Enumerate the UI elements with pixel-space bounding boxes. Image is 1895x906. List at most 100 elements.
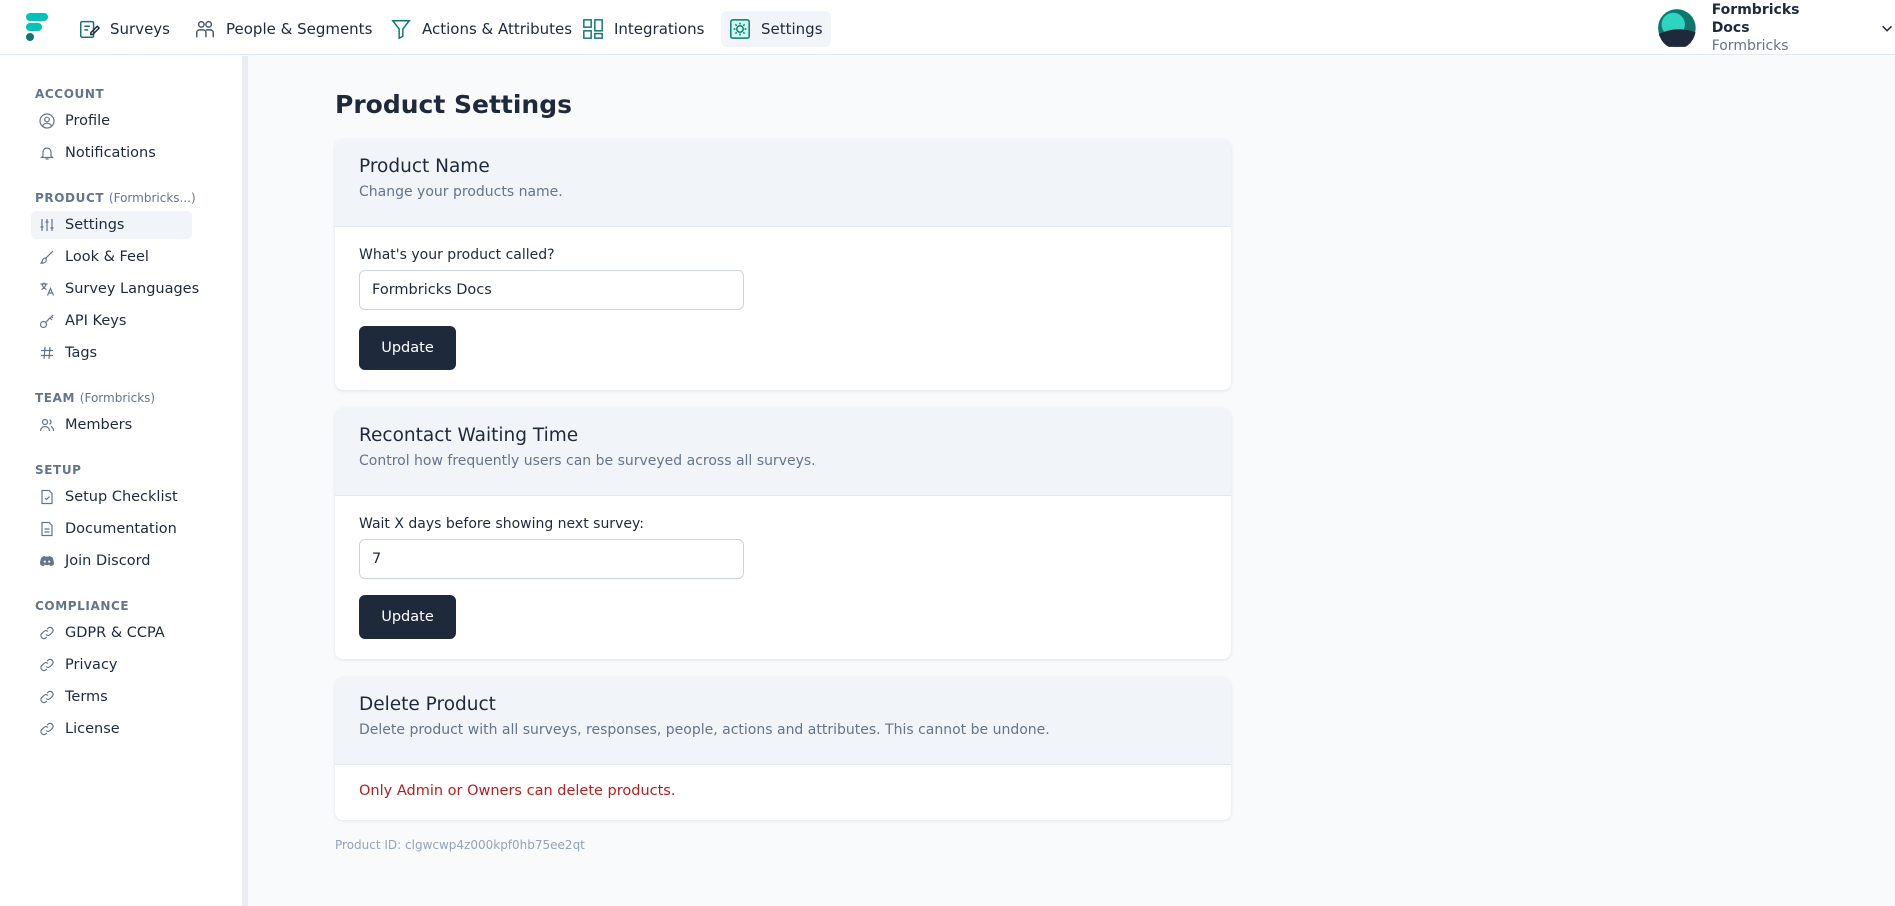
sidebar-item-join-discord[interactable]: Join Discord [31,547,160,575]
link-icon [40,690,54,704]
delete-product-card-header: Delete Product Delete product with all s… [335,677,1231,765]
sidebar-item-tags[interactable]: Tags [31,339,107,367]
section-label-account: ACCOUNT [35,87,105,101]
translate-icon [40,282,55,296]
sidebar-item-setup-checklist[interactable]: Setup Checklist [31,483,188,511]
section-label-product-title: PRODUCT [35,191,105,205]
filter-icon [391,20,411,40]
sidebar-item-privacy-label: Privacy [65,657,118,673]
sidebar-item-tags-label: Tags [65,345,98,361]
sidebar-item-profile-label: Profile [65,113,111,129]
link-icon [40,626,54,640]
settings-gear-icon [730,19,750,39]
document-icon [41,521,53,537]
sidebar-item-terms-label: Terms [65,689,108,705]
nav-surveys[interactable]: Surveys [70,11,178,47]
product-name-card-title: Product Name [359,156,490,177]
sidebar-item-survey-languages[interactable]: Survey Languages [31,275,209,303]
section-label-product-context: (Formbricks...) [108,191,196,205]
recontact-card-header: Recontact Waiting Time Control how frequ… [335,408,1231,496]
product-name-card-body: What's your product called? Update [335,227,1231,390]
sliders-icon [40,219,54,231]
settings-sidebar: ACCOUNT Profile Notifications PRODUCT (F… [0,56,242,906]
nav-actions-attributes-label: Actions & Attributes [422,20,573,38]
nav-integrations-label: Integrations [614,20,705,38]
page-title: Product Settings [335,90,572,119]
sidebar-item-setup-checklist-label: Setup Checklist [65,489,178,505]
sidebar-item-terms[interactable]: Terms [31,683,118,711]
sidebar-item-look-feel-label: Look & Feel [65,249,149,265]
recontact-days-input[interactable] [359,539,744,579]
brush-icon [39,250,54,264]
user-name: Formbricks Docs [1711,2,1800,36]
nav-people-segments-label: People & Segments [226,20,373,38]
product-name-input[interactable] [359,270,744,310]
sidebar-item-api-keys-label: API Keys [65,313,127,329]
sidebar-item-notifications-label: Notifications [65,145,156,161]
sidebar-item-join-discord-label: Join Discord [65,553,151,569]
product-name-card: Product Name Change your products name. … [335,139,1231,390]
nav-settings[interactable]: Settings [721,11,831,47]
hash-icon [41,346,53,360]
delete-product-card-subtitle: Delete product with all surveys, respons… [359,722,1050,738]
product-name-update-button[interactable]: Update [359,326,456,370]
user-menu[interactable]: Formbricks Docs Formbricks [1658,2,1895,54]
section-label-setup: SETUP [35,463,82,477]
user-circle-icon [39,113,55,129]
product-name-card-header: Product Name Change your products name. [335,139,1231,227]
sidebar-item-privacy[interactable]: Privacy [31,651,128,679]
users-icon [39,418,55,432]
product-id-text: Product ID: clgwcwp4z000kpf0hb75ee2qt [335,838,585,852]
sidebar-item-gdpr-ccpa[interactable]: GDPR & CCPA [31,619,175,647]
sidebar-item-gdpr-ccpa-label: GDPR & CCPA [65,625,165,641]
sidebar-item-settings[interactable]: Settings [31,211,192,239]
delete-permission-warning: Only Admin or Owners can delete products… [359,783,676,799]
formbricks-logo-icon[interactable] [26,13,48,41]
recontact-card: Recontact Waiting Time Control how frequ… [335,408,1231,659]
recontact-days-field-label: Wait X days before showing next survey: [359,516,644,532]
sidebar-item-profile[interactable]: Profile [31,107,120,135]
survey-edit-icon [80,20,100,38]
sidebar-item-members[interactable]: Members [31,411,142,439]
chevron-down-icon[interactable] [1879,19,1895,37]
sidebar-item-settings-label: Settings [65,217,125,233]
section-label-team-context: (Formbricks) [79,391,156,405]
sidebar-item-license-label: License [65,721,120,737]
delete-product-card-body: Only Admin or Owners can delete products… [335,765,1231,820]
nav-settings-label: Settings [761,20,823,38]
bell-icon [40,147,54,160]
sidebar-item-license[interactable]: License [31,715,130,743]
product-name-field-label: What's your product called? [359,247,555,263]
discord-icon [40,556,54,567]
key-icon [39,314,54,329]
section-label-product: PRODUCT (Formbricks...) [35,191,196,205]
people-icon [196,20,214,38]
sidebar-item-look-feel[interactable]: Look & Feel [31,243,159,271]
sidebar-item-survey-languages-label: Survey Languages [65,281,200,297]
integrations-grid-icon [583,19,603,39]
sidebar-item-api-keys[interactable]: API Keys [31,307,136,335]
user-org: Formbricks [1711,38,1789,54]
sidebar-divider [242,56,248,906]
nav-surveys-label: Surveys [110,20,170,38]
top-navbar: Surveys People & Segments Actions & Attr… [0,0,1895,55]
recontact-card-subtitle: Control how frequently users can be surv… [359,453,816,469]
recontact-card-body: Wait X days before showing next survey: … [335,496,1231,659]
recontact-card-title: Recontact Waiting Time [359,425,579,446]
product-name-card-subtitle: Change your products name. [359,184,563,200]
checklist-document-icon [41,489,53,505]
sidebar-item-documentation[interactable]: Documentation [31,515,187,543]
nav-actions-attributes[interactable]: Actions & Attributes [382,11,580,47]
section-label-compliance: COMPLIANCE [35,599,130,613]
sidebar-item-notifications[interactable]: Notifications [31,139,166,167]
section-label-team-title: TEAM [35,391,76,405]
delete-product-card-title: Delete Product [359,694,496,715]
nav-integrations[interactable]: Integrations [574,11,712,47]
sidebar-item-members-label: Members [65,417,133,433]
avatar [1658,9,1696,47]
link-icon [40,658,54,672]
link-icon [40,722,54,736]
sidebar-item-documentation-label: Documentation [65,521,177,537]
recontact-update-button[interactable]: Update [359,595,456,639]
nav-people-segments[interactable]: People & Segments [186,11,380,47]
